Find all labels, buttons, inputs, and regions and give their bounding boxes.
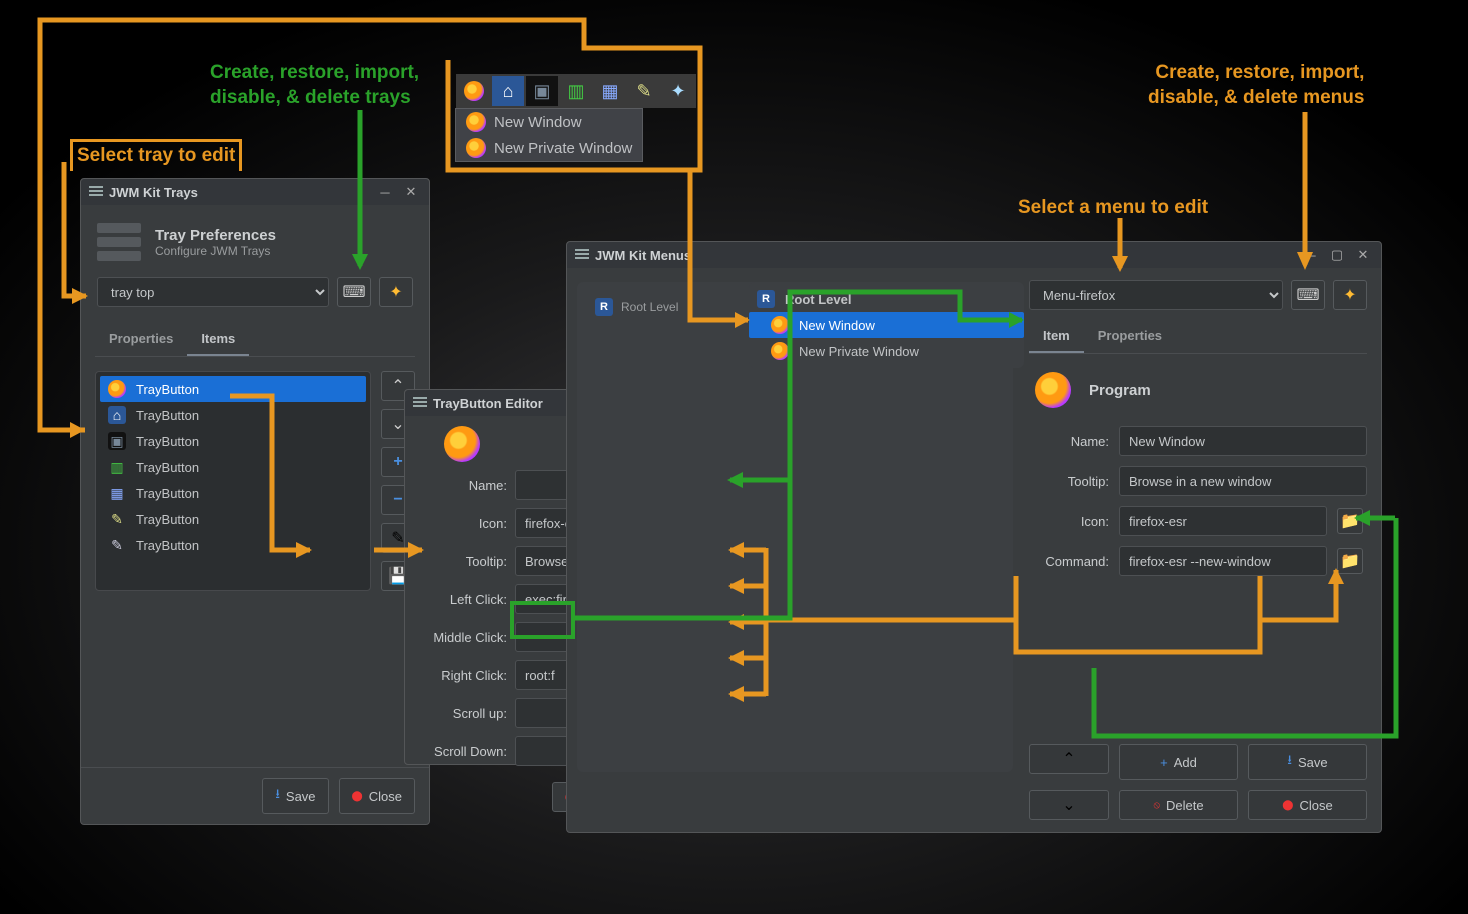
titlebar: JWM Kit Trays ─ ✕ [81, 179, 429, 205]
titlebar: JWM Kit Menus ─ ▢ ✕ [567, 242, 1381, 268]
firefox-icon [108, 380, 126, 398]
tree-item-root[interactable]: R Root Level [749, 286, 1024, 312]
label-icon: Icon: [1029, 514, 1109, 529]
window-icon [413, 397, 427, 409]
prefs-header: Tray Preferences [155, 227, 276, 244]
tray-icon-note: ✎ [628, 76, 660, 106]
list-item[interactable]: ▥TrayButton [100, 454, 366, 480]
name-input[interactable] [1119, 426, 1367, 456]
close-button[interactable]: ⬤Close [339, 778, 415, 814]
list-item[interactable]: ⌂TrayButton [100, 402, 366, 428]
label-rclick: Right Click: [417, 668, 507, 683]
window-icon [89, 186, 103, 198]
root-icon: R [757, 290, 775, 308]
tray-icon-home: ⌂ [492, 76, 524, 106]
star-action-button[interactable]: ✦ [379, 277, 413, 307]
maximize-button[interactable]: ▢ [1327, 247, 1347, 263]
keyboard-icon-button[interactable]: ⌨ [337, 277, 371, 307]
window-title: JWM Kit Menus [595, 248, 1295, 263]
list-item[interactable]: ✎TrayButton [100, 506, 366, 532]
menus-window: JWM Kit Menus ─ ▢ ✕ R Root Level R Root … [566, 241, 1382, 833]
tooltip-input[interactable] [1119, 466, 1367, 496]
menu-item: New Private Window [456, 135, 642, 161]
firefox-icon [444, 426, 480, 462]
program-label: Program [1089, 382, 1151, 399]
list-item[interactable]: ▦TrayButton [100, 480, 366, 506]
graph-icon: ▥ [108, 458, 126, 476]
label-name: Name: [1029, 434, 1109, 449]
firefox-icon [771, 316, 789, 334]
example-tray-menu: New Window New Private Window [455, 108, 643, 162]
prefs-subheader: Configure JWM Trays [155, 244, 276, 258]
tray-icon-graph: ▥ [560, 76, 592, 106]
home-icon: ⌂ [108, 406, 126, 424]
minimize-button[interactable]: ─ [1301, 247, 1321, 263]
save-button[interactable]: ⭳Save [1248, 744, 1367, 780]
tab-item[interactable]: Item [1029, 320, 1084, 353]
list-item[interactable]: TrayButton [100, 376, 366, 402]
tree-root[interactable]: Root Level [621, 300, 678, 314]
label-sup: Scroll up: [417, 706, 507, 721]
add-button[interactable]: +Add [1119, 744, 1238, 780]
menu-item: New Window [456, 109, 642, 135]
minimize-button[interactable]: ─ [375, 184, 395, 200]
save-button[interactable]: ⭳Save [262, 778, 328, 814]
terminal-icon: ▣ [108, 432, 126, 450]
label-command: Command: [1029, 554, 1109, 569]
window-title: JWM Kit Trays [109, 185, 369, 200]
icon-browse-button[interactable]: 📁 [1337, 508, 1363, 534]
star-action-button[interactable]: ✦ [1333, 280, 1367, 310]
list-item[interactable]: ▣TrayButton [100, 428, 366, 454]
label-sdown: Scroll Down: [417, 744, 507, 759]
tray-icon-terminal: ▣ [526, 76, 558, 106]
command-browse-button[interactable]: 📁 [1337, 548, 1363, 574]
label-tooltip: Tooltip: [1029, 474, 1109, 489]
tray-graphic-icon [97, 223, 141, 261]
move-down-button[interactable]: ⌄ [1029, 790, 1109, 820]
note-icon: ✎ [108, 510, 126, 528]
move-up-button[interactable]: ⌃ [1029, 744, 1109, 774]
label-name: Name: [417, 478, 507, 493]
close-button[interactable]: ⬤Close [1248, 790, 1367, 820]
icon-input[interactable] [1119, 506, 1327, 536]
list-item[interactable]: ✎TrayButton [100, 532, 366, 558]
items-list: TrayButton ⌂TrayButton ▣TrayButton ▥Tray… [95, 371, 371, 591]
firefox-icon [1035, 372, 1071, 408]
tab-properties[interactable]: Properties [1084, 320, 1176, 353]
close-button[interactable]: ✕ [1353, 247, 1373, 263]
root-icon: R [595, 298, 613, 316]
delete-button[interactable]: ⦸Delete [1119, 790, 1238, 820]
note2-icon: ✎ [108, 536, 126, 554]
annot-trays-cri: Create, restore, import, disable, & dele… [210, 61, 419, 110]
tray-icon-gfx: ✦ [662, 76, 694, 106]
label-mclick: Middle Click: [417, 630, 507, 645]
tray-icon-firefox [458, 76, 490, 106]
command-input[interactable] [1119, 546, 1327, 576]
tree-item[interactable]: New Window [749, 312, 1024, 338]
annot-select-tray: Select tray to edit [70, 139, 242, 171]
close-button[interactable]: ✕ [401, 184, 421, 200]
highlight-rootf [510, 601, 575, 639]
trays-window: JWM Kit Trays ─ ✕ Tray Preferences Confi… [80, 178, 430, 825]
tray-icon-cal: ▦ [594, 76, 626, 106]
tab-properties[interactable]: Properties [95, 323, 187, 356]
calendar-icon: ▦ [108, 484, 126, 502]
firefox-icon [771, 342, 789, 360]
annot-menus-cri: Create, restore, import, disable, & dele… [1148, 61, 1364, 110]
label-icon: Icon: [417, 516, 507, 531]
tree-item[interactable]: New Private Window [749, 338, 1024, 364]
label-lclick: Left Click: [417, 592, 507, 607]
tray-selector[interactable]: tray top [97, 277, 329, 307]
example-tray: ⌂ ▣ ▥ ▦ ✎ ✦ [456, 74, 696, 108]
window-icon [575, 249, 589, 261]
menu-selector[interactable]: Menu-firefox [1029, 280, 1283, 310]
keyboard-icon-button[interactable]: ⌨ [1291, 280, 1325, 310]
annot-select-menu: Select a menu to edit [1018, 196, 1208, 221]
tab-items[interactable]: Items [187, 323, 249, 356]
label-tooltip: Tooltip: [417, 554, 507, 569]
